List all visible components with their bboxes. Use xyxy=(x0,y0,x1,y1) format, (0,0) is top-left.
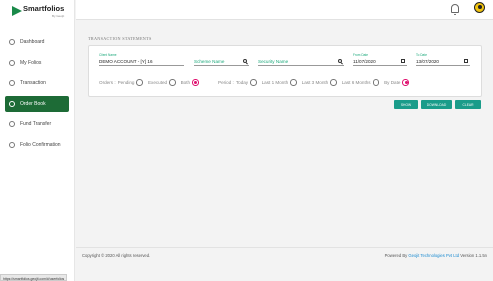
radio-label-last-6-months: Last 6 Months xyxy=(341,79,371,85)
sidebar-item-label: Folio Confirmation xyxy=(20,141,61,148)
from-date-field[interactable]: From Date 11/07/2020 xyxy=(353,52,407,66)
folio-confirmation-icon xyxy=(9,141,15,148)
sidebar-item-label: Dashboard xyxy=(20,39,45,45)
powered-by: Powered By Geojit Technologies Pvt Ltd V… xyxy=(385,253,487,258)
sidebar-item-folio-confirmation[interactable]: Folio Confirmation xyxy=(5,137,69,153)
footer: Copyright © 2020 All rights reserved. Po… xyxy=(76,247,493,261)
dashboard-icon xyxy=(9,39,15,45)
sidebar-item-my-folios[interactable]: My Folios xyxy=(5,55,69,71)
sidebar-item-dashboard[interactable]: Dashboard xyxy=(5,34,69,50)
sidebar-item-label: Order Book xyxy=(20,100,46,107)
fund-transfer-icon xyxy=(9,121,15,127)
status-url-tooltip: https://smartfolios.geojit.com/#/userfol… xyxy=(0,274,68,281)
copyright-text: Copyright © 2020 All rights reserved. xyxy=(82,253,151,258)
sidebar-item-transaction[interactable]: Transaction xyxy=(5,75,69,91)
brand-name: Smartfolios xyxy=(23,4,65,13)
radio-label-pending: Pending xyxy=(117,79,135,85)
sidebar-item-fund-transfer[interactable]: Fund Transfer xyxy=(5,116,69,132)
user-avatar[interactable] xyxy=(474,2,485,13)
radio-label-by-date: By Date xyxy=(384,79,401,85)
radio-today[interactable] xyxy=(250,79,257,86)
top-bar xyxy=(76,0,493,20)
brand-sub: By Geojit xyxy=(52,14,65,18)
transaction-icon xyxy=(9,80,15,86)
radio-both[interactable] xyxy=(192,79,199,86)
company-link[interactable]: Geojit Technologies Pvt Ltd xyxy=(408,253,459,258)
radio-last-3-month[interactable] xyxy=(330,79,337,86)
period-label: Period : xyxy=(218,79,234,85)
radio-label-executed: Executed xyxy=(147,79,168,85)
from-date-value: 11/07/2020 xyxy=(353,59,376,64)
page-title: TRANSACTION STATEMENTS xyxy=(88,36,152,41)
sidebar-nav: Dashboard My Folios Transaction Order Bo… xyxy=(5,34,69,157)
radio-last-1-month[interactable] xyxy=(290,79,297,86)
scheme-name-placeholder: Scheme Name xyxy=(194,59,225,64)
security-name-input[interactable]: Security Name xyxy=(258,52,344,66)
security-name-placeholder: Security Name xyxy=(258,59,289,64)
from-date-label: From Date xyxy=(353,53,369,57)
order-book-icon xyxy=(9,100,15,107)
to-date-value: 13/07/2020 xyxy=(416,59,439,64)
sidebar-item-label: Transaction xyxy=(20,80,46,86)
folio-icon xyxy=(9,59,15,66)
to-date-field[interactable]: To Date 13/07/2020 xyxy=(416,52,470,66)
client-name-value: DEMO ACCOUNT - [Y] 16 xyxy=(99,59,153,64)
scheme-name-input[interactable]: Scheme Name xyxy=(194,52,249,66)
radio-label-last-1-month: Last 1 Month xyxy=(261,79,289,85)
sidebar-item-label: My Folios xyxy=(20,59,42,66)
version-text: Version 1.1.5n xyxy=(460,253,487,258)
client-name-label: Client Name xyxy=(99,53,117,57)
orders-radio-group: Orders : Pending Executed Both xyxy=(99,79,204,86)
sidebar-item-order-book[interactable]: Order Book xyxy=(5,95,69,112)
search-icon[interactable] xyxy=(243,59,247,63)
radio-pending[interactable] xyxy=(136,79,143,86)
sidebar-item-label: Fund Transfer xyxy=(20,121,52,127)
clear-button[interactable]: CLEAR xyxy=(455,100,481,109)
radio-by-date[interactable] xyxy=(402,79,409,86)
orders-label: Orders : xyxy=(99,79,116,85)
show-button[interactable]: SHOW xyxy=(394,100,418,109)
radio-label-last-3-month: Last 3 Month xyxy=(301,79,329,85)
search-icon[interactable] xyxy=(338,59,342,63)
calendar-icon[interactable] xyxy=(464,59,468,63)
radio-executed[interactable] xyxy=(169,79,176,86)
powered-by-prefix: Powered By xyxy=(384,253,408,258)
smartfolios-logo[interactable]: Smartfolios By Geojit xyxy=(12,4,72,20)
radio-last-6-months[interactable] xyxy=(372,79,380,86)
radio-label-today: Today xyxy=(235,79,249,85)
filter-card: Client Name DEMO ACCOUNT - [Y] 16 Scheme… xyxy=(88,45,482,97)
download-button[interactable]: DOWNLOAD xyxy=(421,100,452,109)
logo-mark-icon xyxy=(12,6,22,16)
period-radio-group: Period : Today Last 1 Month Last 3 Month… xyxy=(218,79,414,86)
radio-label-both: Both xyxy=(180,79,191,85)
sidebar: Smartfolios By Geojit Dashboard My Folio… xyxy=(0,0,75,281)
to-date-label: To Date xyxy=(416,53,427,57)
calendar-icon[interactable] xyxy=(401,59,405,63)
notification-bell-icon[interactable] xyxy=(451,4,459,15)
client-name-field[interactable]: Client Name DEMO ACCOUNT - [Y] 16 xyxy=(99,52,184,66)
